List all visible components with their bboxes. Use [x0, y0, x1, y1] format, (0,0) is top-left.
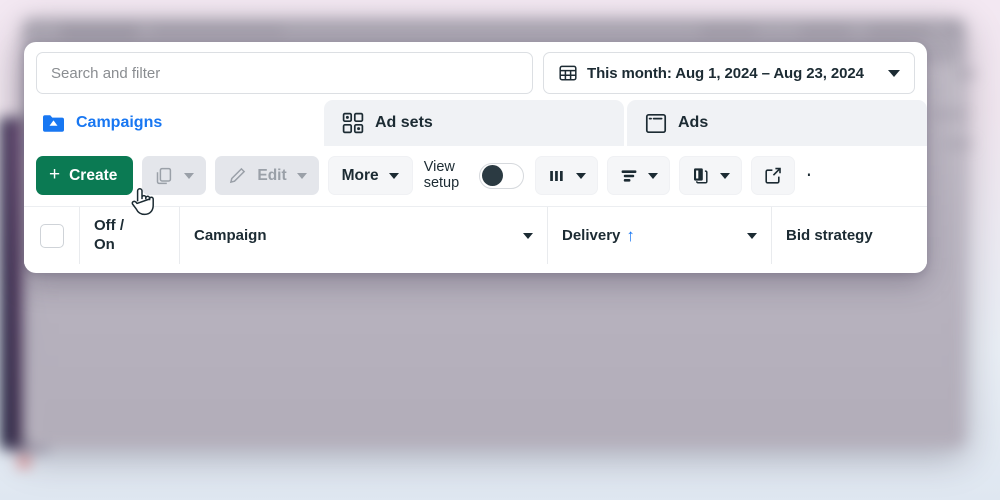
plus-icon: +: [49, 164, 61, 185]
filter-row: Search and filter This month: Aug 1, 202…: [24, 42, 927, 100]
pointer-hand-cursor: [130, 186, 156, 220]
background-chrome-item-4: [945, 26, 955, 35]
tab-adsets-label: Ad sets: [375, 114, 433, 131]
ads-window-icon: [645, 113, 667, 134]
reports-button[interactable]: [678, 156, 742, 195]
edit-chevron-down-icon: [296, 172, 307, 179]
more-button[interactable]: More: [327, 156, 413, 195]
delivery-header-label: Delivery: [562, 227, 621, 244]
view-setup-control[interactable]: View setup: [423, 158, 524, 191]
background-right-widget: [955, 70, 977, 78]
overflow-menu-button[interactable]: ⋯: [804, 156, 813, 195]
table-header-row: Off / On Campaign Delivery ↑ Bid strateg…: [24, 207, 927, 264]
export-button[interactable]: [750, 156, 795, 195]
bid-strategy-header-label: Bid strategy: [786, 227, 873, 244]
create-button[interactable]: + Create: [36, 156, 134, 195]
view-setup-label-line1: View: [423, 158, 455, 175]
reports-icon: [691, 166, 711, 185]
background-tab-title: [60, 26, 138, 37]
toggle-knob: [481, 165, 503, 186]
view-setup-label-line2: setup: [423, 174, 460, 191]
view-setup-label: View setup: [423, 158, 470, 191]
tab-ads[interactable]: Ads: [627, 100, 927, 146]
date-range-label: This month: Aug 1, 2024 – Aug 23, 2024: [587, 64, 864, 82]
tab-campaigns-label: Campaigns: [76, 114, 163, 131]
off-on-label-line2: On: [94, 235, 115, 253]
off-on-label-line1: Off /: [94, 217, 124, 235]
calendar-icon: [558, 63, 578, 83]
column-header-delivery[interactable]: Delivery ↑: [548, 207, 772, 264]
background-avatar-dot: [16, 436, 27, 447]
delivery-chevron-down-icon[interactable]: [747, 232, 757, 239]
ads-manager-panel: Search and filter This month: Aug 1, 202…: [24, 42, 927, 273]
more-button-label: More: [341, 166, 379, 184]
background-right-label-1: [932, 110, 968, 118]
duplicate-icon: [154, 166, 174, 186]
duplicate-chevron-down-icon: [184, 172, 195, 179]
tab-adsets[interactable]: Ad sets: [324, 100, 624, 146]
columns-button[interactable]: [534, 156, 598, 195]
breakdown-chevron-down-icon: [647, 172, 658, 179]
columns-icon: [547, 167, 567, 185]
export-icon: [763, 166, 783, 185]
select-all-header-cell[interactable]: [24, 207, 80, 264]
create-button-label: Create: [69, 166, 118, 184]
columns-chevron-down-icon: [575, 172, 586, 179]
campaign-chevron-down-icon[interactable]: [523, 232, 533, 239]
breakdown-button[interactable]: [606, 156, 670, 195]
background-notification-dot: [18, 456, 30, 468]
background-chrome-item-2: [800, 26, 850, 35]
search-placeholder-text: Search and filter: [51, 64, 161, 82]
reports-chevron-down-icon: [719, 172, 730, 179]
edit-button[interactable]: Edit: [215, 156, 319, 195]
view-setup-toggle[interactable]: [478, 162, 524, 189]
adsets-grid-icon: [342, 112, 364, 134]
background-chrome-item-1: [700, 26, 758, 35]
campaign-header-label: Campaign: [194, 227, 267, 244]
action-toolbar: + Create Edit More View setup: [24, 146, 927, 207]
select-all-checkbox[interactable]: [39, 223, 64, 248]
tab-ads-label: Ads: [678, 114, 709, 131]
edit-button-label: Edit: [257, 166, 287, 184]
level-tabs: Campaigns Ad sets Ads: [24, 100, 927, 146]
campaign-folder-icon: [42, 113, 65, 134]
pencil-icon: [227, 166, 247, 186]
background-tab-subtitle: [152, 26, 284, 35]
more-chevron-down-icon: [388, 172, 399, 179]
column-header-bid-strategy[interactable]: Bid strategy: [772, 207, 927, 264]
date-range-picker[interactable]: This month: Aug 1, 2024 – Aug 23, 2024: [543, 52, 915, 94]
background-right-label-2: [944, 140, 974, 148]
chevron-down-icon: [888, 69, 900, 77]
breakdown-icon: [619, 167, 639, 185]
search-and-filter-input[interactable]: Search and filter: [36, 52, 533, 94]
tab-campaigns[interactable]: Campaigns: [24, 100, 321, 146]
background-chrome-item-3: [868, 26, 930, 35]
column-header-campaign[interactable]: Campaign: [180, 207, 548, 264]
sort-ascending-arrow-icon: ↑: [626, 226, 635, 245]
